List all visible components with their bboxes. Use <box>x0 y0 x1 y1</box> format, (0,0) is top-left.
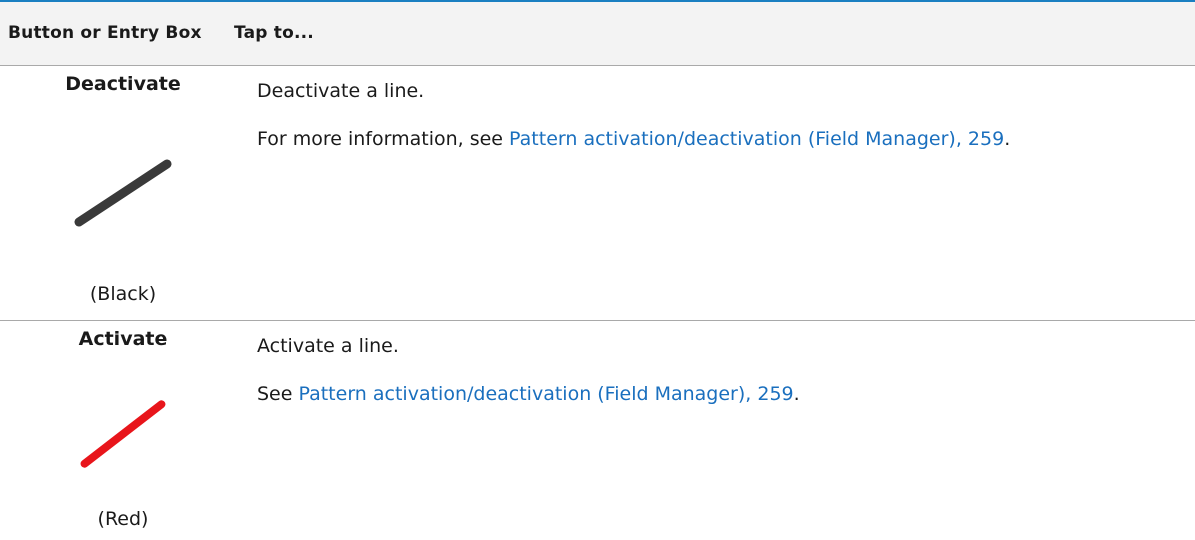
button-name: Activate <box>78 328 168 350</box>
table-row-deactivate: Deactivate (Black) Deactivate a line. Fo… <box>0 66 1195 321</box>
button-color-label: (Red) <box>97 508 149 530</box>
more-info-text: See Pattern activation/deactivation (Fie… <box>257 381 1157 409</box>
header-tap-to: Tap to... <box>234 23 314 43</box>
more-info-suffix: . <box>1004 128 1011 150</box>
pattern-activation-link[interactable]: Pattern activation/deactivation (Field M… <box>298 383 793 405</box>
button-color-label: (Black) <box>89 283 157 305</box>
description-text: Deactivate a line. <box>257 80 425 102</box>
header-button-or-entry-box: Button or Entry Box <box>8 23 202 43</box>
more-info-prefix: For more information, see <box>257 128 510 150</box>
button-name: Deactivate <box>65 73 181 95</box>
button-reference-table: Button or Entry Box Tap to... Deactivate… <box>0 0 1195 540</box>
description-text: Activate a line. <box>257 335 399 357</box>
more-info-prefix: See <box>257 383 299 405</box>
more-info-suffix: . <box>793 383 800 405</box>
button-cell: Activate (Red) <box>0 321 250 540</box>
table-header-row: Button or Entry Box Tap to... <box>0 0 1195 66</box>
button-cell: Deactivate (Black) <box>0 66 250 320</box>
table-row-activate: Activate (Red) Activate a line. See Patt… <box>0 321 1195 540</box>
pattern-activation-link[interactable]: Pattern activation/deactivation (Field M… <box>509 128 1004 150</box>
red-diagonal-line-icon[interactable] <box>73 399 173 469</box>
more-info-text: For more information, see Pattern activa… <box>257 126 1157 154</box>
black-diagonal-line-icon[interactable] <box>73 158 173 228</box>
